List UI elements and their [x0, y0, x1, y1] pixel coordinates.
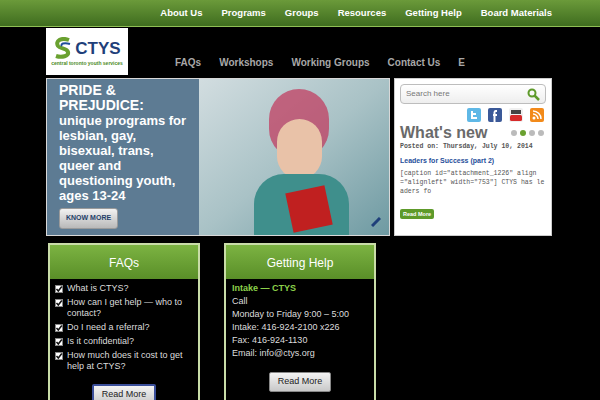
top-nav: About Us Programs Groups Resources Getting H…: [0, 0, 600, 27]
carousel-dot[interactable]: [511, 130, 517, 136]
facebook-icon[interactable]: [488, 108, 502, 122]
twitter-icon[interactable]: [467, 108, 481, 122]
carousel-dot[interactable]: [538, 130, 544, 136]
secondary-nav-link[interactable]: Working Groups: [291, 55, 369, 70]
faq-text[interactable]: What is CTYS?: [67, 283, 129, 294]
faq-text[interactable]: How can I get help — who to contact?: [67, 297, 193, 319]
whats-new-title: What's new: [400, 123, 487, 142]
faq-text[interactable]: Is it confidential?: [67, 336, 134, 347]
youtube-icon[interactable]: [509, 108, 523, 122]
faq-item[interactable]: What is CTYS?: [55, 283, 193, 294]
slider-body: unique programs for lesbian, gay, bisexu…: [59, 113, 187, 203]
logo-name: CTYS: [75, 40, 120, 57]
know-more-button[interactable]: KNOW MORE: [59, 208, 118, 229]
post-excerpt: [caption id="attachment_1226" align="ali…: [400, 169, 546, 196]
slider: PRIDE & PREJUDICE: unique programs for l…: [46, 78, 390, 236]
nav-link[interactable]: Board Materials: [481, 6, 552, 20]
read-more-button[interactable]: Read More: [400, 209, 434, 219]
help-line: Intake: 416-924-2100 x226: [232, 322, 368, 333]
checkbox-icon: [55, 299, 63, 307]
search-icon[interactable]: [527, 88, 540, 101]
secondary-nav-link[interactable]: Contact Us: [388, 55, 441, 70]
faq-text[interactable]: Do I need a referral?: [67, 322, 150, 333]
checkbox-icon: [55, 352, 63, 360]
read-more-button[interactable]: Read More: [92, 384, 157, 400]
nav-link[interactable]: Getting Help: [405, 6, 461, 20]
logo-icon: [53, 37, 73, 59]
secondary-nav-link[interactable]: E: [458, 55, 465, 70]
nav-link[interactable]: About Us: [160, 6, 202, 20]
search-field[interactable]: [400, 84, 546, 104]
sidebar: What's new Posted on: Thursday, July 10,…: [394, 78, 552, 236]
rss-icon[interactable]: [530, 108, 544, 122]
checkbox-icon: [55, 285, 63, 293]
faq-item[interactable]: Is it confidential?: [55, 336, 193, 347]
faq-item[interactable]: Do I need a referral?: [55, 322, 193, 333]
getting-help-title: Getting Help: [267, 256, 334, 270]
faq-item[interactable]: How can I get help — who to contact?: [55, 297, 193, 319]
nav-link[interactable]: Groups: [285, 6, 319, 20]
logo-tagline: central toronto youth services: [51, 61, 123, 66]
search-input[interactable]: [406, 88, 527, 100]
help-line: Monday to Friday 9:00 – 5:00: [232, 309, 368, 320]
slider-next-icon[interactable]: [371, 217, 381, 227]
getting-help-box: Getting Help Intake — CTYS Call Monday to …: [224, 243, 376, 400]
carousel-dot[interactable]: [520, 130, 526, 136]
help-line: Call: [232, 296, 368, 307]
help-line: Fax: 416-924-1130: [232, 335, 368, 346]
slider-photo: [199, 79, 389, 235]
faq-text[interactable]: How much does it cost to get help at CTY…: [67, 350, 193, 372]
help-line: Email: info@ctys.org: [232, 348, 368, 359]
faqs-box: FAQs What is CTYS? How can I get help — w…: [48, 243, 200, 400]
post-title[interactable]: Leaders for Success (part 2): [400, 156, 546, 166]
checkbox-icon: [55, 338, 63, 346]
checkbox-icon: [55, 324, 63, 332]
slider-heading: PRIDE & PREJUDICE:: [59, 83, 187, 113]
carousel-dot[interactable]: [529, 130, 535, 136]
nav-link[interactable]: Resources: [338, 6, 387, 20]
secondary-nav-link[interactable]: Workshops: [219, 55, 273, 70]
slider-caption: PRIDE & PREJUDICE: unique programs for l…: [47, 79, 199, 235]
read-more-button[interactable]: Read More: [269, 372, 332, 392]
faqs-title: FAQs: [109, 256, 139, 270]
post-date: Posted on: Thursday, July 10, 2014: [400, 142, 546, 151]
faq-item[interactable]: How much does it cost to get help at CTY…: [55, 350, 193, 372]
help-link[interactable]: Intake — CTYS: [232, 283, 368, 294]
logo[interactable]: CTYS central toronto youth services: [46, 28, 128, 75]
nav-link[interactable]: Programs: [222, 6, 266, 20]
secondary-nav-link[interactable]: FAQs: [175, 55, 201, 70]
